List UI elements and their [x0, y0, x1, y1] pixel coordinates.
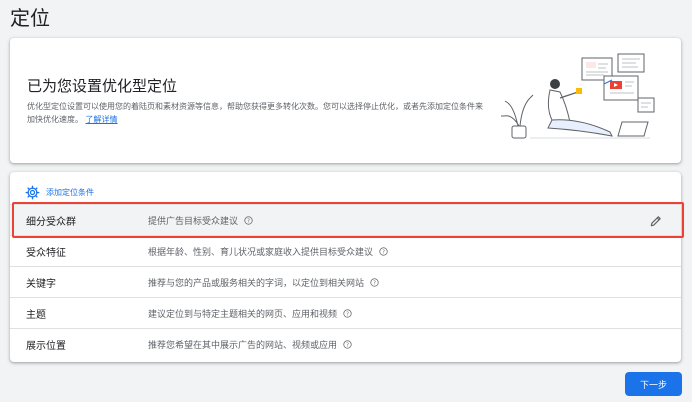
help-icon[interactable]: ?	[343, 339, 352, 349]
page-title: 定位	[10, 6, 50, 30]
row-name: 主题	[26, 309, 46, 321]
next-button[interactable]: 下一步	[625, 372, 682, 396]
optimized-targeting-heading: 已为您设置优化型定位	[27, 77, 178, 95]
row-description: 推荐您希望在其中展示广告的网站、视频或应用	[148, 340, 338, 351]
optimized-targeting-card: 已为您设置优化型定位 优化型定位设置可以使用您的着陆页和素材资源等信息，帮助您获…	[10, 38, 681, 163]
targeting-settings-icon	[25, 185, 40, 199]
help-icon[interactable]: ?	[370, 277, 379, 287]
person-with-screens-illustration	[501, 53, 655, 139]
help-icon[interactable]: ?	[244, 215, 253, 225]
row-name: 细分受众群	[26, 216, 76, 228]
help-icon[interactable]: ?	[379, 246, 388, 256]
targeting-row-demographics[interactable]: 受众特征 根据年龄、性别、育儿状况或家庭收入提供目标受众建议 ?	[10, 235, 681, 266]
learn-more-link[interactable]: 了解详情	[86, 115, 118, 124]
svg-text:?: ?	[346, 342, 349, 348]
targeting-list-card: 添加定位条件 细分受众群 提供广告目标受众建议 ? 受众特征 根据年龄、性别、育…	[10, 172, 681, 362]
edit-pencil-icon[interactable]	[649, 214, 663, 228]
optimized-targeting-description: 优化型定位设置可以使用您的着陆页和素材资源等信息，帮助您获得更多转化次数。您可以…	[27, 100, 487, 126]
row-name: 关键字	[26, 278, 56, 290]
svg-text:?: ?	[247, 218, 250, 224]
svg-text:?: ?	[373, 280, 376, 286]
help-icon[interactable]: ?	[343, 308, 352, 318]
add-targeting-button[interactable]: 添加定位条件	[25, 182, 94, 202]
row-name: 受众特征	[26, 247, 66, 259]
row-name: 展示位置	[26, 340, 66, 352]
add-targeting-label: 添加定位条件	[46, 187, 94, 197]
targeting-row-placements[interactable]: 展示位置 推荐您希望在其中展示广告的网站、视频或应用 ?	[10, 328, 681, 359]
row-description: 推荐与您的产品或服务相关的字词，以定位到相关网站	[148, 278, 365, 289]
row-description: 建议定位到与特定主题相关的网页、应用和视频	[148, 309, 338, 320]
svg-text:?: ?	[382, 249, 385, 255]
targeting-row-topics[interactable]: 主题 建议定位到与特定主题相关的网页、应用和视频 ?	[10, 297, 681, 328]
targeting-row-audience-segments[interactable]: 细分受众群 提供广告目标受众建议 ?	[10, 204, 681, 235]
targeting-row-keywords[interactable]: 关键字 推荐与您的产品或服务相关的字词，以定位到相关网站 ?	[10, 266, 681, 297]
row-description: 根据年龄、性别、育儿状况或家庭收入提供目标受众建议	[148, 247, 374, 258]
svg-text:?: ?	[346, 311, 349, 317]
row-description: 提供广告目标受众建议	[148, 216, 239, 227]
